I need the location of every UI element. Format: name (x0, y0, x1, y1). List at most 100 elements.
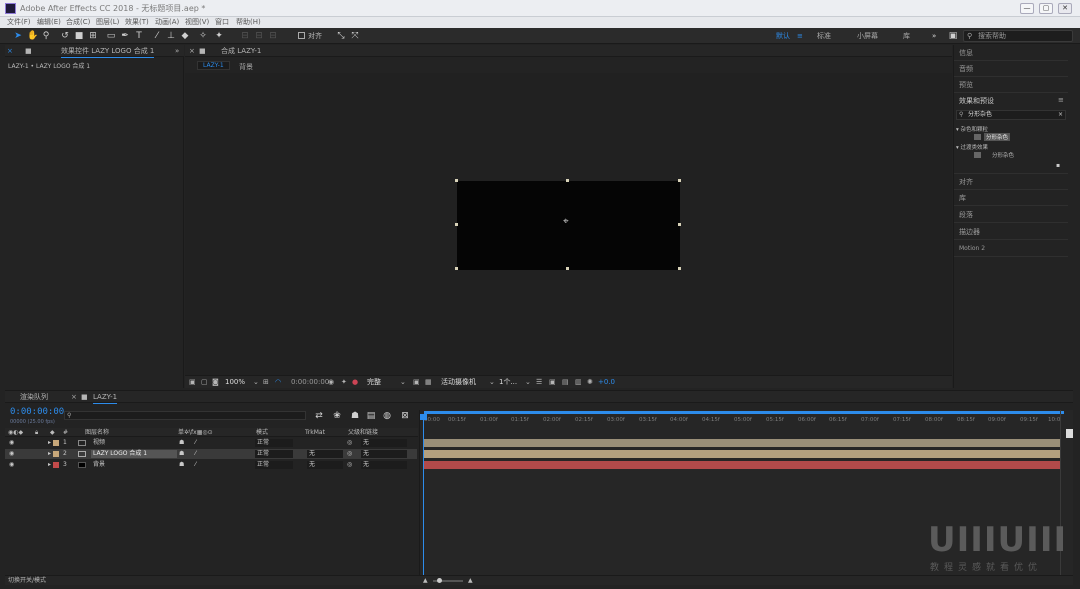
close-button[interactable]: ✕ (1058, 3, 1072, 14)
camera-tool-icon[interactable]: ■ (74, 31, 84, 41)
comp-marker-bin-icon[interactable] (1066, 429, 1073, 438)
snapshot-icon[interactable]: ◉ (328, 376, 334, 389)
layer-mode-select[interactable]: 正常 (255, 439, 293, 447)
exposure-value[interactable]: +0.0 (598, 376, 615, 389)
align-panel-tab[interactable]: 对齐 (954, 174, 1068, 190)
roto-brush-tool-icon[interactable]: ✧ (198, 31, 208, 41)
comp-mini-flowchart-icon[interactable]: ⇄ (314, 411, 324, 421)
panel-close-icon[interactable]: × (7, 45, 13, 57)
menu-animation[interactable]: 动画(A) (155, 17, 179, 28)
layer-label-color[interactable] (53, 462, 59, 468)
playhead-handle[interactable] (420, 414, 427, 420)
motion-blur-icon[interactable]: ◍ (382, 411, 392, 421)
show-snapshot-icon[interactable]: ✦ (341, 376, 347, 389)
frame-blending-icon[interactable]: ▤ (366, 411, 376, 421)
channel-icon[interactable]: ● (352, 376, 358, 389)
monitor-icon[interactable]: ▢ (201, 376, 208, 389)
tracker-panel-tab[interactable]: 描边器 (954, 224, 1068, 240)
preview-panel-tab[interactable]: 预览 (954, 77, 1068, 93)
expand-arrow-icon[interactable]: ▸ (48, 460, 51, 470)
layer-parent-select[interactable]: 无 (361, 461, 407, 469)
toggle-switches-modes-label[interactable]: 切换开关/模式 (8, 576, 46, 586)
camera-dropdown-icon[interactable]: ⌄ (489, 376, 495, 389)
workspace-sync-icon[interactable]: ▣ (948, 31, 958, 41)
quality-switch-icon[interactable]: ⁄ (195, 449, 196, 459)
menu-composition[interactable]: 合成(C) (66, 17, 90, 28)
flowchart-icon[interactable]: ▥ (575, 376, 582, 389)
layer-trkmat-select[interactable]: 无 (307, 450, 343, 458)
zoom-select[interactable]: 100% (225, 376, 245, 389)
minimize-button[interactable]: — (1020, 3, 1034, 14)
transparency-grid-icon[interactable]: ▦ (425, 376, 432, 389)
panel-lock-icon[interactable]: ■ (25, 45, 32, 57)
workspace-library[interactable]: 库 (903, 30, 910, 42)
visibility-icon[interactable]: ◉ (9, 438, 14, 448)
layer-trkmat-select[interactable]: 无 (307, 461, 343, 469)
timeline-close-icon[interactable]: × (71, 391, 77, 403)
clear-search-icon[interactable]: × (1058, 111, 1063, 119)
composition-viewer[interactable]: ⌖ (185, 73, 952, 375)
audio-panel-tab[interactable]: 音频 (954, 61, 1068, 77)
effects-search-field[interactable]: ⚲ 分形杂色 × (956, 110, 1066, 120)
shy-switch-icon[interactable]: ☗ (179, 438, 184, 448)
layer-name[interactable]: LAZY LOGO 合成 1 (91, 450, 177, 458)
local-axis-icon[interactable]: ⊟ (240, 31, 250, 41)
work-area-bar[interactable] (424, 411, 1064, 414)
info-panel-tab[interactable]: 信息 (954, 45, 1068, 61)
quality-switch-icon[interactable]: ⁄ (195, 438, 196, 448)
zoom-out-icon[interactable]: ▲ (423, 576, 428, 586)
effects-menu-icon[interactable]: ≡ (1058, 96, 1064, 104)
visibility-icon[interactable]: ◉ (9, 460, 14, 470)
maximize-button[interactable]: ▢ (1039, 3, 1053, 14)
grid-icon[interactable]: ⊞ (263, 376, 269, 389)
menu-file[interactable]: 文件(F) (7, 17, 31, 28)
workspace-more-icon[interactable]: » (932, 30, 936, 42)
resolution-dropdown-icon[interactable]: ⌄ (400, 376, 406, 389)
snap-icon[interactable]: ⤡ (336, 31, 346, 41)
resolution-select[interactable]: 完整 (367, 376, 381, 389)
comp-panel-close-icon[interactable]: × (189, 45, 195, 57)
layer-bar-3[interactable] (424, 461, 1060, 469)
layer-row-1[interactable]: ◉ ▸ 1 视频 ☗ ⁄ 正常 ◎ 无 (5, 438, 417, 448)
playhead-line[interactable] (423, 414, 424, 575)
puppet-tool-icon[interactable]: ✦ (214, 31, 224, 41)
pan-behind-tool-icon[interactable]: ⊞ (88, 31, 98, 41)
exposure-reset-icon[interactable]: ✺ (587, 376, 593, 389)
tree-category-noise[interactable]: ▾ 杂色和颗粒 (956, 125, 988, 133)
current-time[interactable]: 0:00:00:00 (291, 376, 329, 389)
views-dropdown-icon[interactable]: ⌄ (525, 376, 531, 389)
view-axis-icon[interactable]: ⊟ (268, 31, 278, 41)
new-preset-icon[interactable]: ▪ (1056, 162, 1060, 169)
render-queue-tab[interactable]: 渲染队列 (20, 391, 48, 403)
menu-window[interactable]: 窗口 (215, 17, 229, 28)
workspace-standard[interactable]: 标准 (817, 30, 831, 42)
flow-tab-background[interactable]: 背景 (239, 62, 253, 72)
shy-switch-icon[interactable]: ☗ (179, 460, 184, 470)
pixel-aspect-icon[interactable]: ☰ (536, 376, 542, 389)
menu-layer[interactable]: 图层(L) (96, 17, 119, 28)
snap-options-icon[interactable]: ⤧ (350, 31, 360, 41)
layer-label-color[interactable] (53, 451, 59, 457)
layer-bar-2[interactable] (424, 450, 1060, 458)
menu-view[interactable]: 视图(V) (185, 17, 209, 28)
workspace-default[interactable]: 默认 (776, 30, 790, 42)
parent-pickwhip-icon[interactable]: ◎ (347, 460, 352, 470)
shy-switch-icon[interactable]: ☗ (179, 449, 184, 459)
zoom-slider-knob[interactable] (437, 578, 442, 583)
workspace-small-screen[interactable]: 小屏幕 (857, 30, 878, 42)
fast-preview-icon[interactable]: ▣ (549, 376, 556, 389)
expand-arrow-icon[interactable]: ▸ (48, 449, 51, 459)
timeline-search-field[interactable]: ⚲ (64, 411, 306, 420)
rectangle-tool-icon[interactable]: ▭ (106, 31, 116, 41)
transparency-icon[interactable]: ◠ (275, 376, 281, 389)
camera-select[interactable]: 活动摄像机 (441, 376, 476, 389)
layer-mode-select[interactable]: 正常 (255, 461, 293, 469)
align-checkbox[interactable] (298, 32, 305, 39)
layer-parent-select[interactable]: 无 (361, 439, 407, 447)
views-select[interactable]: 1个... (499, 376, 517, 389)
mask-icon[interactable]: ◙ (212, 376, 219, 389)
zoom-tool-icon[interactable]: ⚲ (41, 31, 51, 41)
layer-name[interactable]: 背景 (93, 460, 105, 470)
tree-category-transition[interactable]: ▾ 过渡类效果 (956, 143, 988, 151)
menu-effect[interactable]: 效果(T) (125, 17, 149, 28)
